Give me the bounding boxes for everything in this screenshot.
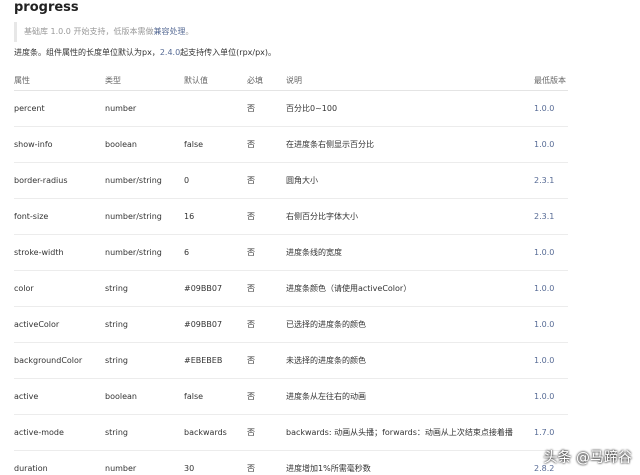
cell-attr: active-mode	[14, 414, 105, 451]
cell-required: 否	[247, 342, 286, 379]
cell-type: string	[105, 342, 184, 379]
cell-min-version[interactable]: 1.0.0	[534, 342, 568, 379]
header-min-version: 最低版本	[534, 70, 568, 91]
table-header-row: 属性 类型 默认值 必填 说明 最低版本	[14, 70, 568, 91]
cell-attr: activeColor	[14, 306, 105, 343]
cell-type: string	[105, 414, 184, 451]
table-row: active boolean false 否进度条从左往右的动画 1.0.0	[14, 378, 568, 415]
cell-default: #09BB07	[184, 270, 247, 307]
cell-required: 否	[247, 198, 286, 235]
cell-min-version[interactable]: 2.3.1	[534, 162, 568, 199]
cell-type: number	[105, 450, 184, 475]
cell-type: number/string	[105, 234, 184, 271]
component-description: 进度条。组件属性的长度单位默认为px，2.4.0起支持传入单位(rpx/px)。	[14, 46, 276, 60]
cell-attr: font-size	[14, 198, 105, 235]
table-row: color string #09BB07 否进度条颜色（请使用activeColor）…	[14, 270, 568, 307]
cell-required: 否	[247, 162, 286, 199]
cell-min-version[interactable]: 1.0.0	[534, 306, 568, 343]
cell-attr: percent	[14, 90, 105, 127]
tip-end: 。	[185, 27, 194, 36]
cell-attr: show-info	[14, 126, 105, 163]
cell-min-version[interactable]: 1.0.0	[534, 234, 568, 271]
cell-description: 百分比0~100	[286, 90, 534, 127]
watermark: 头条 @马蹄谷	[544, 447, 632, 467]
cell-type: boolean	[105, 126, 184, 163]
cell-default: 0	[184, 162, 247, 199]
table-row: show-info boolean false 否在进度条右侧显示百分比 1.0.0	[14, 126, 568, 163]
cell-default: #09BB07	[184, 306, 247, 343]
cell-min-version[interactable]: 2.3.1	[534, 198, 568, 235]
desc-before: 进度条。组件属性的长度单位默认为px，	[14, 48, 160, 57]
table-row: font-size number/string 16 否右侧百分比字体大小 2.3.1	[14, 198, 568, 235]
cell-default	[184, 90, 247, 127]
cell-default: 16	[184, 198, 247, 235]
cell-type: number/string	[105, 162, 184, 199]
cell-type: number	[105, 90, 184, 127]
cell-default: backwards	[184, 414, 247, 451]
cell-required: 否	[247, 234, 286, 271]
cell-required: 否	[247, 270, 286, 307]
doc-page: progress 基础库 1.0.0 开始支持，低版本需做兼容处理。 进度条。组…	[0, 0, 640, 475]
table-row: percent number 否百分比0~100 1.0.0	[14, 90, 568, 127]
cell-description: 进度条颜色（请使用activeColor）	[286, 270, 534, 307]
cell-description: 进度增加1%所需毫秒数	[286, 450, 534, 475]
cell-description: 在进度条右侧显示百分比	[286, 126, 534, 163]
compat-tip: 基础库 1.0.0 开始支持，低版本需做兼容处理。	[14, 22, 570, 42]
table-row: backgroundColor string #EBEBEB 否未选择的进度条的颜色 1…	[14, 342, 568, 379]
cell-description: 进度条线的宽度	[286, 234, 534, 271]
cell-attr: stroke-width	[14, 234, 105, 271]
compat-link[interactable]: 兼容处理	[153, 27, 185, 36]
page-title: progress	[14, 0, 79, 15]
cell-type: number/string	[105, 198, 184, 235]
cell-description: 圆角大小	[286, 162, 534, 199]
cell-default: false	[184, 378, 247, 415]
cell-description: 已选择的进度条的颜色	[286, 306, 534, 343]
cell-required: 否	[247, 450, 286, 475]
cell-type: boolean	[105, 378, 184, 415]
table-row: stroke-width number/string 6 否进度条线的宽度 1.0.0	[14, 234, 568, 271]
cell-default: false	[184, 126, 247, 163]
cell-min-version[interactable]: 1.0.0	[534, 270, 568, 307]
header-attr: 属性	[14, 70, 105, 91]
cell-required: 否	[247, 126, 286, 163]
cell-min-version[interactable]: 1.7.0	[534, 414, 568, 451]
cell-description: backwards: 动画从头播；forwards：动画从上次结束点接着播	[286, 414, 534, 451]
cell-description: 未选择的进度条的颜色	[286, 342, 534, 379]
cell-required: 否	[247, 90, 286, 127]
cell-attr: backgroundColor	[14, 342, 105, 379]
cell-type: string	[105, 306, 184, 343]
cell-min-version[interactable]: 1.0.0	[534, 378, 568, 415]
table-row: activeColor string #09BB07 否已选择的进度条的颜色 1.0.0	[14, 306, 568, 343]
cell-attr: duration	[14, 450, 105, 475]
cell-required: 否	[247, 306, 286, 343]
table-row: duration number 30 否进度增加1%所需毫秒数 2.8.2	[14, 450, 568, 475]
cell-attr: color	[14, 270, 105, 307]
cell-attr: border-radius	[14, 162, 105, 199]
cell-description: 进度条从左往右的动画	[286, 378, 534, 415]
cell-type: string	[105, 270, 184, 307]
table-row: border-radius number/string 0 否圆角大小 2.3.1	[14, 162, 568, 199]
watermark-text: 头条 @马蹄谷	[543, 450, 632, 466]
header-required: 必填	[247, 70, 286, 91]
cell-attr: active	[14, 378, 105, 415]
cell-required: 否	[247, 414, 286, 451]
table-row: active-mode string backwards 否 backwards: 动画…	[14, 414, 568, 451]
cell-min-version[interactable]: 1.0.0	[534, 90, 568, 127]
version-link[interactable]: 2.4.0	[160, 48, 180, 57]
header-default: 默认值	[184, 70, 247, 91]
tip-text: 基础库 1.0.0 开始支持，低版本需做	[24, 27, 154, 36]
cell-min-version[interactable]: 1.0.0	[534, 126, 568, 163]
header-description: 说明	[286, 70, 534, 91]
desc-after: 起支持传入单位(rpx/px)。	[180, 48, 277, 57]
cell-default: 30	[184, 450, 247, 475]
cell-description: 右侧百分比字体大小	[286, 198, 534, 235]
header-type: 类型	[105, 70, 184, 91]
cell-default: 6	[184, 234, 247, 271]
cell-required: 否	[247, 378, 286, 415]
attributes-table: 属性 类型 默认值 必填 说明 最低版本 percent number 否百分比0~…	[14, 70, 568, 475]
cell-default: #EBEBEB	[184, 342, 247, 379]
